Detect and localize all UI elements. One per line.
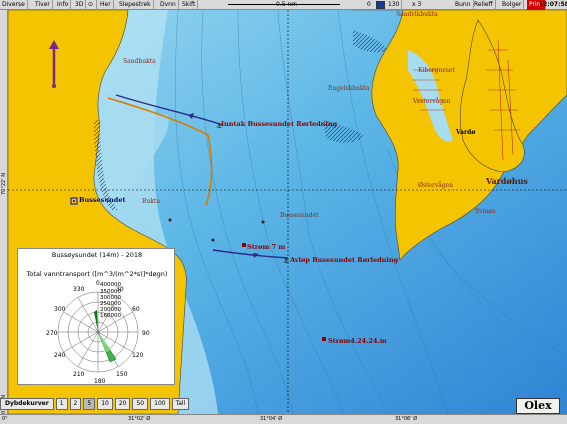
depth-curve-legend: Dybdekurver 1 2 5 10 20 50 100 Tall — [0, 398, 190, 410]
place-ostervagen: Østervågen — [418, 182, 454, 189]
depth-swatch[interactable] — [376, 1, 385, 9]
menu-bunn[interactable]: Bunn — [453, 0, 474, 10]
angle-label: 210 — [73, 371, 85, 378]
corner-label: 0° — [2, 416, 8, 422]
olex-logo: Olex — [516, 398, 560, 414]
longitude-strip: 0° 31°02' Ø 31°04' Ø 31°06' Ø — [0, 414, 567, 424]
place-bussesundet-sea: Bussesundet — [280, 212, 319, 219]
angle-label: 90 — [142, 330, 150, 337]
rose-chart: 330 30 300 60 270 90 240 120 210 150 180… — [46, 280, 150, 385]
label-strom-deep[interactable]: Strøm4.24.24.m — [328, 337, 387, 345]
menu-3d[interactable]: 3D — [73, 0, 87, 10]
menu-bolger[interactable]: Bolger — [500, 0, 525, 10]
angle-label: 330 — [73, 286, 85, 293]
angle-label: 300 — [54, 306, 66, 313]
menu-her[interactable]: Her — [98, 0, 114, 10]
longitude-label: 31°06' Ø — [395, 416, 418, 422]
place-vardohus: Vardøhus — [486, 176, 528, 186]
depth-option[interactable]: 2 — [69, 398, 82, 410]
place-engelskbukta: Engelskbukta — [328, 85, 370, 92]
menu-relieff[interactable]: Relieff — [472, 0, 496, 10]
place-kiberg: Kibergneset — [418, 67, 455, 74]
angle-label: 120 — [132, 352, 144, 359]
top-toolbar: Diverse Tiver Info 3D ⊙ Her Slepestrek D… — [0, 0, 567, 10]
place-svino: Svinøa — [475, 208, 496, 215]
angle-label: 60 — [132, 306, 140, 313]
depth-option[interactable]: 20 — [114, 398, 131, 410]
label-inntak[interactable]: Inntak Bussesundet Rørledning — [221, 120, 337, 128]
depth-option[interactable]: 10 — [97, 398, 113, 410]
radial-label: 400000 — [100, 282, 121, 288]
depth-option[interactable]: 1 — [55, 398, 68, 410]
place-sandbukta: Sandbukta — [123, 58, 156, 65]
place-sandvikbukta: Sandvikbukta — [396, 11, 438, 18]
latitude-label: 70°22' N — [1, 173, 7, 195]
menu-dvnn[interactable]: Dvnn — [158, 0, 179, 10]
place-bukta: Bukta — [142, 198, 160, 205]
record-icon[interactable]: ⊙ — [86, 0, 97, 10]
current-meter-marker — [242, 243, 246, 247]
current-rose-panel: Bussøysundet (14m) - 2018 Total vanntran… — [17, 248, 175, 385]
label-bussesundet-station[interactable]: Bussesundet — [79, 196, 125, 204]
clock: 12:07:58 — [539, 1, 567, 8]
radial-label: 160000 — [100, 313, 121, 319]
depth-option[interactable]: 50 — [132, 398, 149, 410]
angle-label: 270 — [46, 330, 58, 337]
place-vardo: Vardø — [456, 129, 476, 136]
depth-option[interactable]: Tall — [171, 398, 190, 410]
current-meter-marker — [322, 337, 326, 341]
menu-info[interactable]: Info — [55, 0, 72, 10]
depth-option[interactable]: 100 — [150, 398, 170, 410]
angle-label: 180 — [94, 378, 106, 385]
longitude-label: 31°02' Ø — [128, 416, 151, 422]
menu-slepestrek[interactable]: Slepestrek — [117, 0, 154, 10]
angle-label: 150 — [116, 371, 128, 378]
menu-skift[interactable]: Skift — [180, 0, 199, 10]
place-vestervagen: Vestervågen — [413, 98, 451, 105]
north-indicator — [34, 40, 74, 90]
depth-marker: 0 — [367, 1, 371, 8]
scale-label: 0.5 nm — [276, 1, 298, 8]
avlop-point-marker: ⚓ — [283, 257, 289, 265]
depth-legend-title: Dybdekurver — [0, 398, 54, 410]
menu-diverse[interactable]: Diverse — [0, 0, 28, 10]
label-strom-7m[interactable]: Strøm 7 m — [247, 243, 285, 251]
depth-value[interactable]: 130 — [386, 0, 403, 10]
menu-tiver[interactable]: Tiver — [33, 0, 53, 10]
zoom-hint: x 3 — [412, 1, 422, 8]
longitude-label: 31°04' Ø — [260, 416, 283, 422]
label-avlop[interactable]: Avløp Busesundet Rørledning — [290, 256, 398, 264]
depth-option-selected[interactable]: 5 — [83, 398, 96, 410]
latitude-strip: 70°22' N 70°21' N — [0, 10, 8, 417]
angle-label: 240 — [54, 352, 66, 359]
